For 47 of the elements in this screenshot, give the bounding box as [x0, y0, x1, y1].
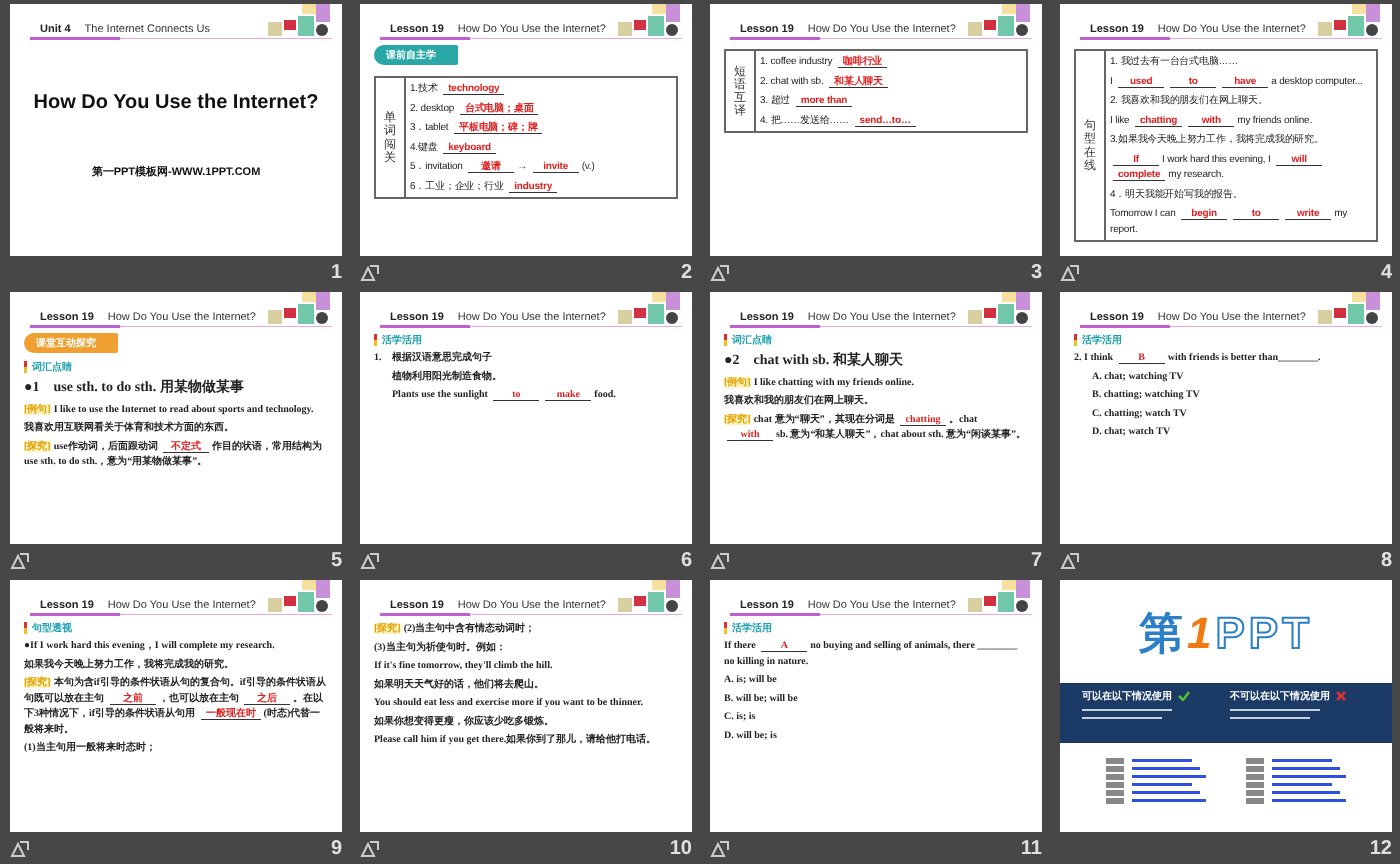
marker-icon [724, 334, 727, 346]
animation-icon [360, 551, 380, 569]
animation-icon [1060, 263, 1080, 281]
marker-icon [724, 622, 727, 634]
collage-drawing [268, 580, 330, 614]
collage-drawing [1318, 4, 1380, 38]
marker-icon [24, 622, 27, 634]
check-icon [1178, 691, 1190, 701]
animation-icon [360, 263, 380, 281]
slide-number: 3 [1030, 261, 1042, 283]
animation-icon [10, 551, 30, 569]
collage-drawing [1318, 292, 1380, 326]
collage-drawing [618, 292, 680, 326]
marker-icon [24, 361, 27, 373]
brand-logo: 第1PPT [1136, 607, 1316, 662]
slide-number: 2 [680, 261, 692, 283]
animation-icon [1060, 551, 1080, 569]
animation-icon [710, 551, 730, 569]
slide-title: How Do You Use the Internet? [31, 91, 321, 114]
animation-icon [360, 839, 380, 857]
animation-icon [710, 839, 730, 857]
slide-number: 1 [330, 261, 342, 283]
slide-number: 6 [680, 549, 692, 571]
slide-number: 10 [669, 837, 692, 859]
link-list-drawing [1246, 757, 1346, 809]
placeholder-lines-drawing [1230, 707, 1320, 721]
slide-number: 7 [1030, 549, 1042, 571]
collage-drawing [268, 4, 330, 38]
collage-drawing [618, 580, 680, 614]
marker-icon [374, 334, 377, 346]
cross-icon [1336, 691, 1346, 701]
collage-drawing [268, 292, 330, 326]
slide-number: 8 [1380, 549, 1392, 571]
animation-icon [10, 839, 30, 857]
placeholder-lines-drawing [1082, 707, 1172, 721]
animation-icon [710, 263, 730, 281]
slide-number: 11 [1020, 837, 1042, 859]
collage-drawing [968, 580, 1030, 614]
collage-drawing [618, 4, 680, 38]
slide-number: 5 [330, 549, 342, 571]
link-list-drawing [1106, 757, 1206, 809]
collage-drawing [968, 292, 1030, 326]
marker-icon [1074, 334, 1077, 346]
slide-number: 12 [1369, 837, 1392, 859]
collage-drawing [968, 4, 1030, 38]
slide-number: 9 [330, 837, 342, 859]
slide-number: 4 [1380, 261, 1392, 283]
